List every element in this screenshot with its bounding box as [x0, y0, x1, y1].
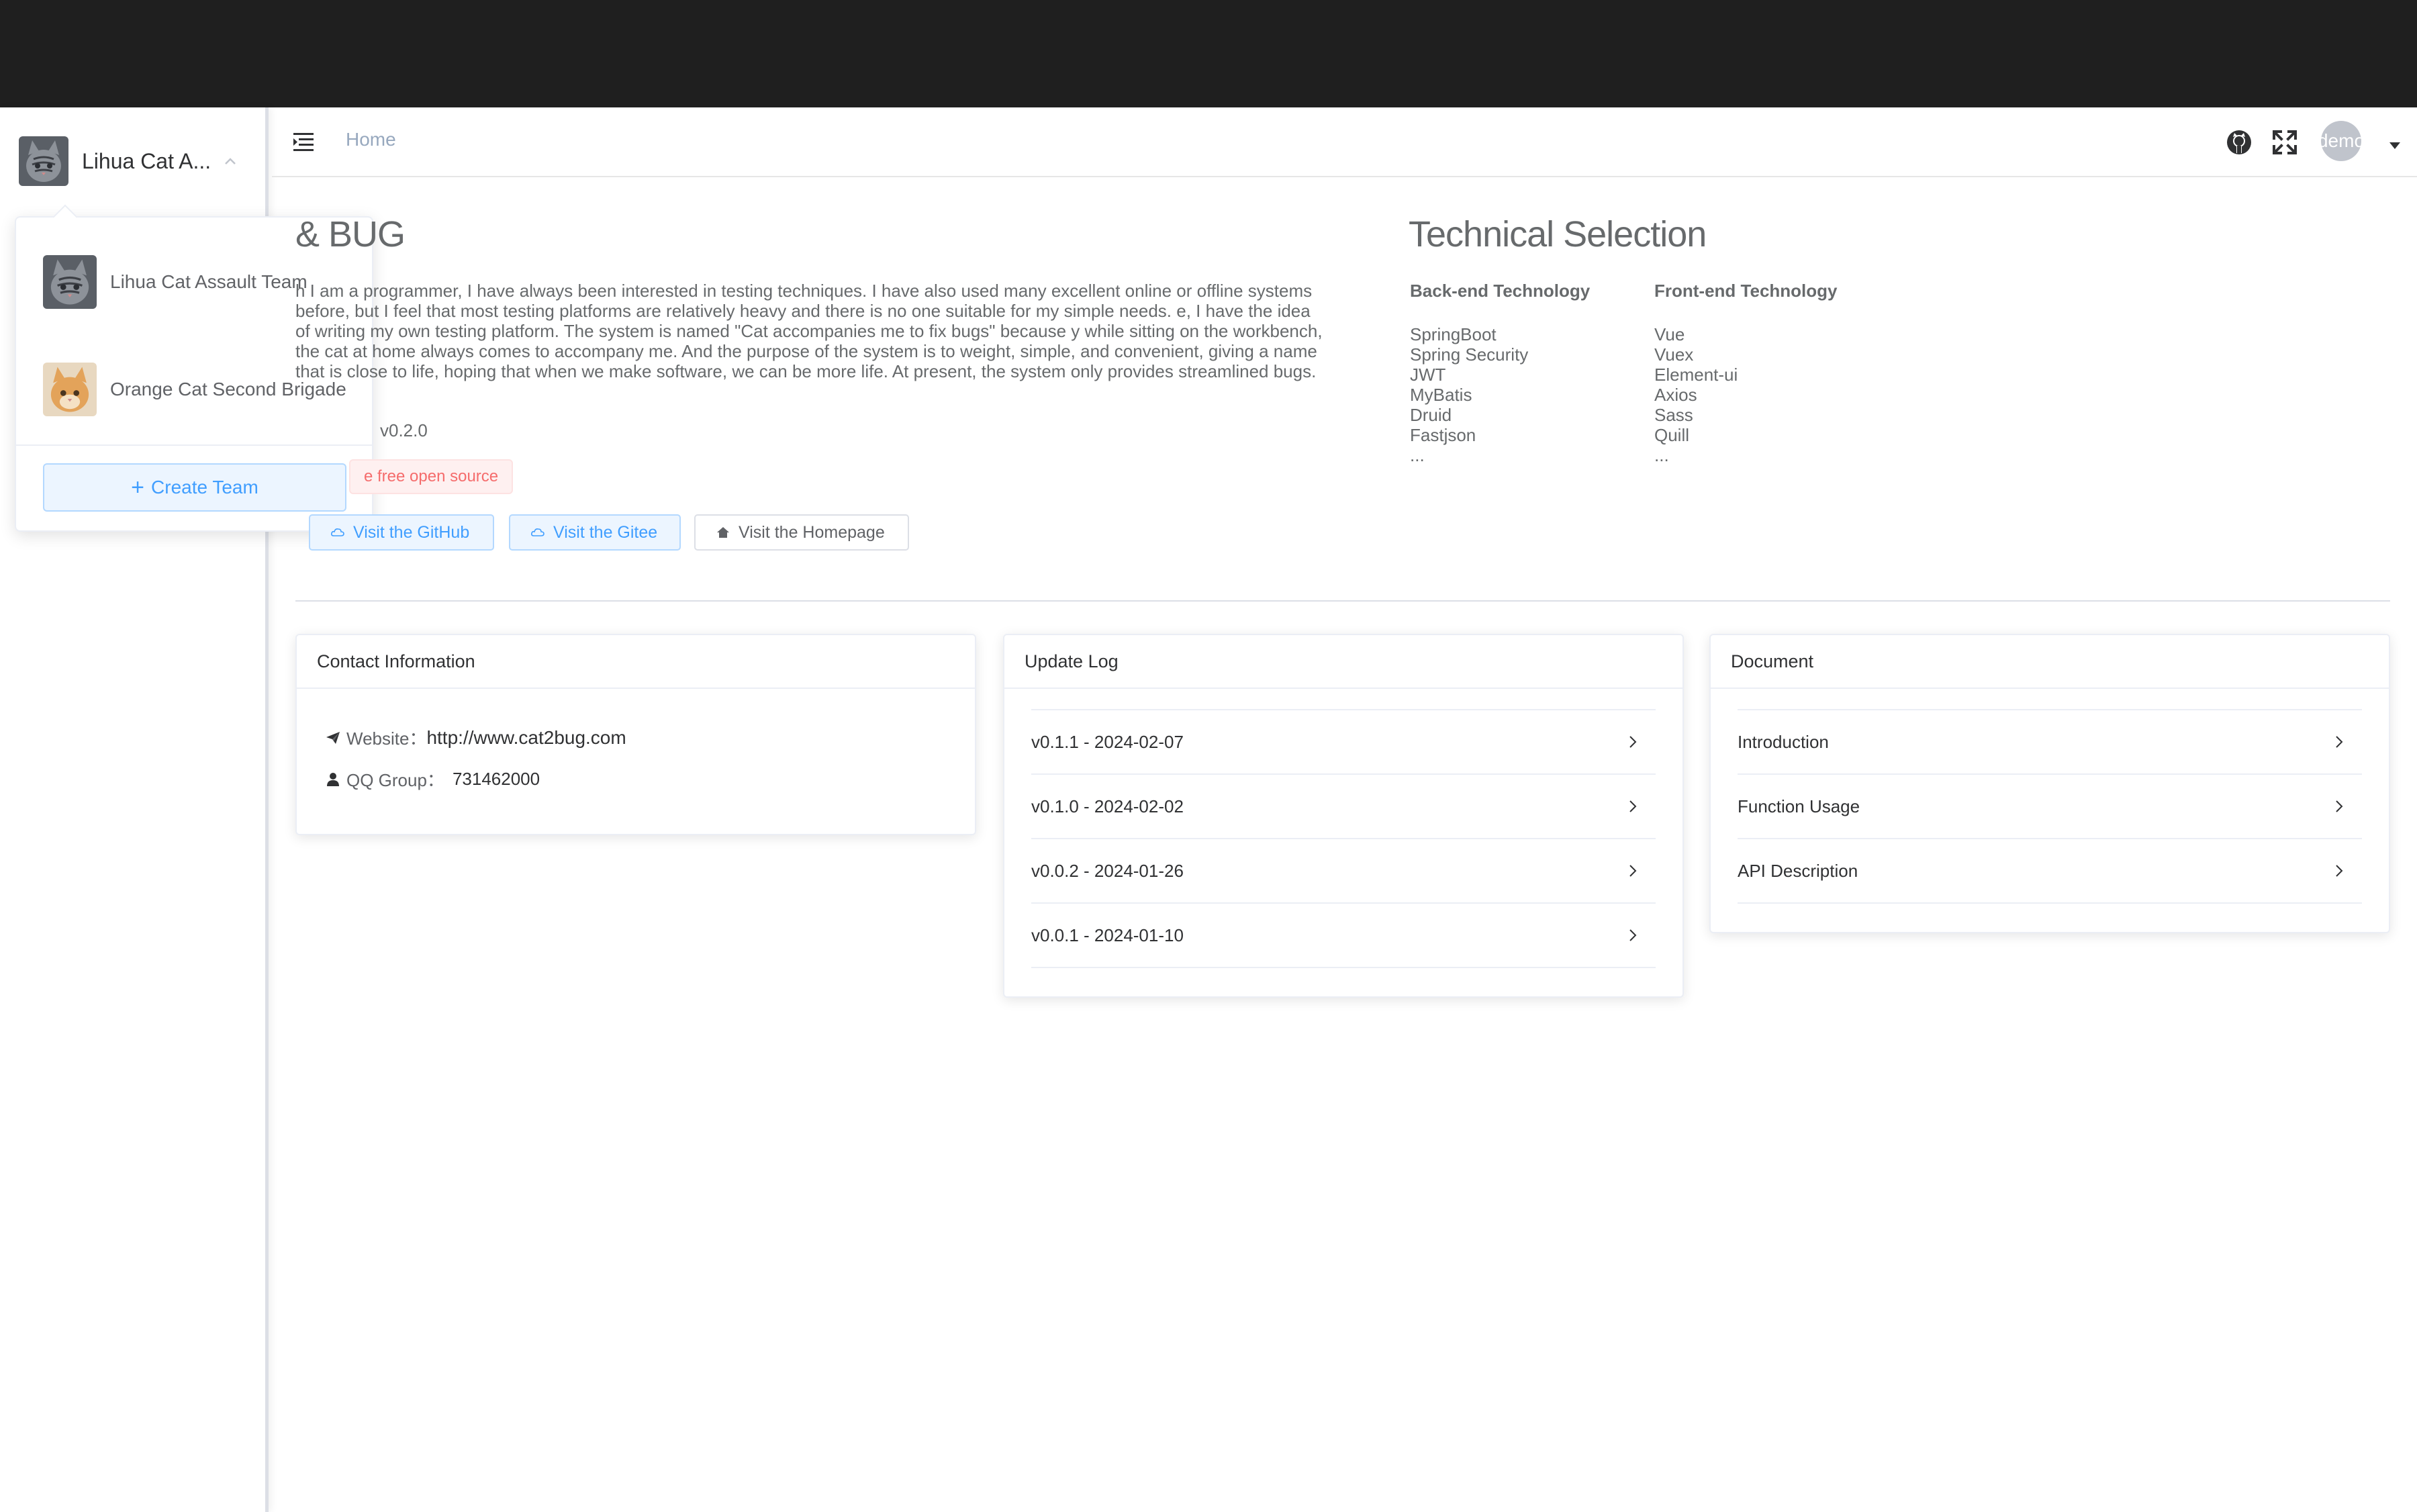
tech-item: ... — [1654, 445, 1669, 465]
tech-item: JWT — [1410, 365, 1446, 385]
qq-row: QQ Group： 731462000 — [325, 767, 540, 792]
backend-tech-column: Back-end Technology SpringBoot Spring Se… — [1410, 281, 1590, 465]
tech-item: Element-ui — [1654, 365, 1738, 385]
current-team-name: Lihua Cat A... — [82, 148, 211, 173]
update-log-item[interactable]: v0.0.1 - 2024-01-10 — [1031, 904, 1656, 968]
team-switcher[interactable]: Lihua Cat A... — [19, 134, 247, 188]
visit-github-label: Visit the GitHub — [353, 522, 470, 542]
caret-down-icon[interactable] — [2389, 142, 2400, 149]
github-icon[interactable] — [2223, 126, 2255, 158]
tech-item: ... — [1410, 445, 1425, 465]
team-option-label: Lihua Cat Assault Team — [110, 271, 307, 292]
document-item[interactable]: Introduction — [1738, 710, 2362, 775]
document-item-label: Function Usage — [1738, 796, 1860, 816]
free-tag-label: e free open source — [364, 467, 499, 485]
contact-card: Contact Information Website： http://www.… — [295, 634, 976, 835]
tech-item: Sass — [1654, 405, 1693, 425]
qq-label: QQ Group： — [346, 770, 444, 790]
create-team-button[interactable]: + Create Team — [43, 463, 346, 512]
tech-item: SpringBoot — [1410, 324, 1497, 344]
visit-gitee-label: Visit the Gitee — [553, 522, 658, 542]
backend-heading: Back-end Technology — [1410, 281, 1591, 301]
frontend-heading: Front-end Technology — [1654, 281, 1838, 301]
breadcrumb-home[interactable]: Home — [346, 129, 396, 150]
tech-title: Technical Selection — [1409, 214, 1707, 254]
user-icon — [327, 772, 339, 786]
chevron-right-icon — [1629, 736, 1637, 748]
section-divider — [295, 600, 2390, 602]
tech-item: Vue — [1654, 324, 1685, 344]
tech-item: Vuex — [1654, 344, 1694, 365]
about-title: & BUG — [295, 214, 406, 254]
menu-fold-icon[interactable] — [291, 128, 320, 157]
paper-plane-icon — [326, 731, 340, 744]
chevron-right-icon — [2336, 736, 2343, 748]
tech-item: MyBatis — [1410, 385, 1472, 405]
user-avatar[interactable]: demo — [2321, 121, 2361, 161]
frontend-tech-column: Front-end Technology Vue Vuex Element-ui… — [1654, 281, 1838, 465]
version-text: v0.2.0 — [380, 420, 428, 440]
plus-icon: + — [131, 475, 145, 500]
update-log-card: Update Log v0.1.1 - 2024-02-07 v0.1.0 - … — [1003, 634, 1684, 998]
website-row: Website： http://www.cat2bug.com — [325, 725, 626, 750]
chevron-right-icon — [1629, 800, 1637, 812]
qq-value: 731462000 — [452, 769, 540, 789]
document-item-label: Introduction — [1738, 731, 1829, 752]
cloud-icon — [331, 528, 344, 536]
user-avatar-text: demo — [2321, 130, 2361, 151]
about-paragraph: h I am a programmer, I have always been … — [295, 281, 1323, 381]
create-team-label: Create Team — [151, 477, 258, 498]
document-title: Document — [1711, 635, 2389, 689]
tech-item: Spring Security — [1410, 344, 1529, 365]
tech-item: Quill — [1654, 425, 1690, 445]
document-item-label: API Description — [1738, 860, 1858, 881]
website-label: Website： — [346, 728, 427, 749]
cloud-icon — [531, 528, 544, 536]
tabby-cat-avatar — [19, 136, 68, 186]
chevron-right-icon — [2336, 865, 2343, 877]
free-open-source-tag: e free open source — [349, 459, 514, 494]
tabby-cat-avatar — [43, 255, 97, 309]
divider — [16, 444, 372, 446]
website-link[interactable]: http://www.cat2bug.com — [426, 727, 626, 749]
update-log-item-label: v0.0.2 - 2024-01-26 — [1031, 860, 1184, 881]
chevron-right-icon — [1629, 929, 1637, 941]
update-log-item[interactable]: v0.1.1 - 2024-02-07 — [1031, 710, 1656, 775]
document-list: Introduction Function Usage API Descript… — [1738, 709, 2362, 904]
chevron-up-icon — [225, 158, 236, 164]
team-option-label: Orange Cat Second Brigade — [110, 379, 346, 399]
chevron-right-icon — [1629, 865, 1637, 877]
update-log-list: v0.1.1 - 2024-02-07 v0.1.0 - 2024-02-02 … — [1031, 709, 1656, 968]
update-log-item-label: v0.1.0 - 2024-02-02 — [1031, 796, 1184, 816]
visit-homepage-button[interactable]: Visit the Homepage — [694, 514, 909, 551]
home-icon — [717, 527, 729, 538]
tech-item: Druid — [1410, 405, 1452, 425]
visit-github-button[interactable]: Visit the GitHub — [309, 514, 494, 551]
team-option[interactable]: Lihua Cat Assault Team — [43, 255, 307, 309]
update-log-item[interactable]: v0.1.0 - 2024-02-02 — [1031, 775, 1656, 839]
update-log-item[interactable]: v0.0.2 - 2024-01-26 — [1031, 839, 1656, 904]
update-log-item-label: v0.0.1 - 2024-01-10 — [1031, 925, 1184, 945]
document-item[interactable]: Function Usage — [1738, 775, 2362, 839]
tech-item: Fastjson — [1410, 425, 1476, 445]
document-card: Document Introduction Function Usage API… — [1709, 634, 2390, 933]
tech-item: Axios — [1654, 385, 1697, 405]
update-log-item-label: v0.1.1 - 2024-02-07 — [1031, 731, 1184, 752]
document-item[interactable]: API Description — [1738, 839, 2362, 904]
contact-card-title: Contact Information — [297, 635, 975, 689]
fullscreen-icon[interactable] — [2269, 126, 2301, 158]
top-bar — [0, 0, 2417, 107]
update-log-title: Update Log — [1004, 635, 1683, 689]
orange-cat-avatar — [43, 363, 97, 416]
chevron-right-icon — [2336, 800, 2343, 812]
visit-gitee-button[interactable]: Visit the Gitee — [509, 514, 681, 551]
header-bar: Home demo — [272, 107, 2417, 177]
visit-homepage-label: Visit the Homepage — [739, 522, 885, 542]
